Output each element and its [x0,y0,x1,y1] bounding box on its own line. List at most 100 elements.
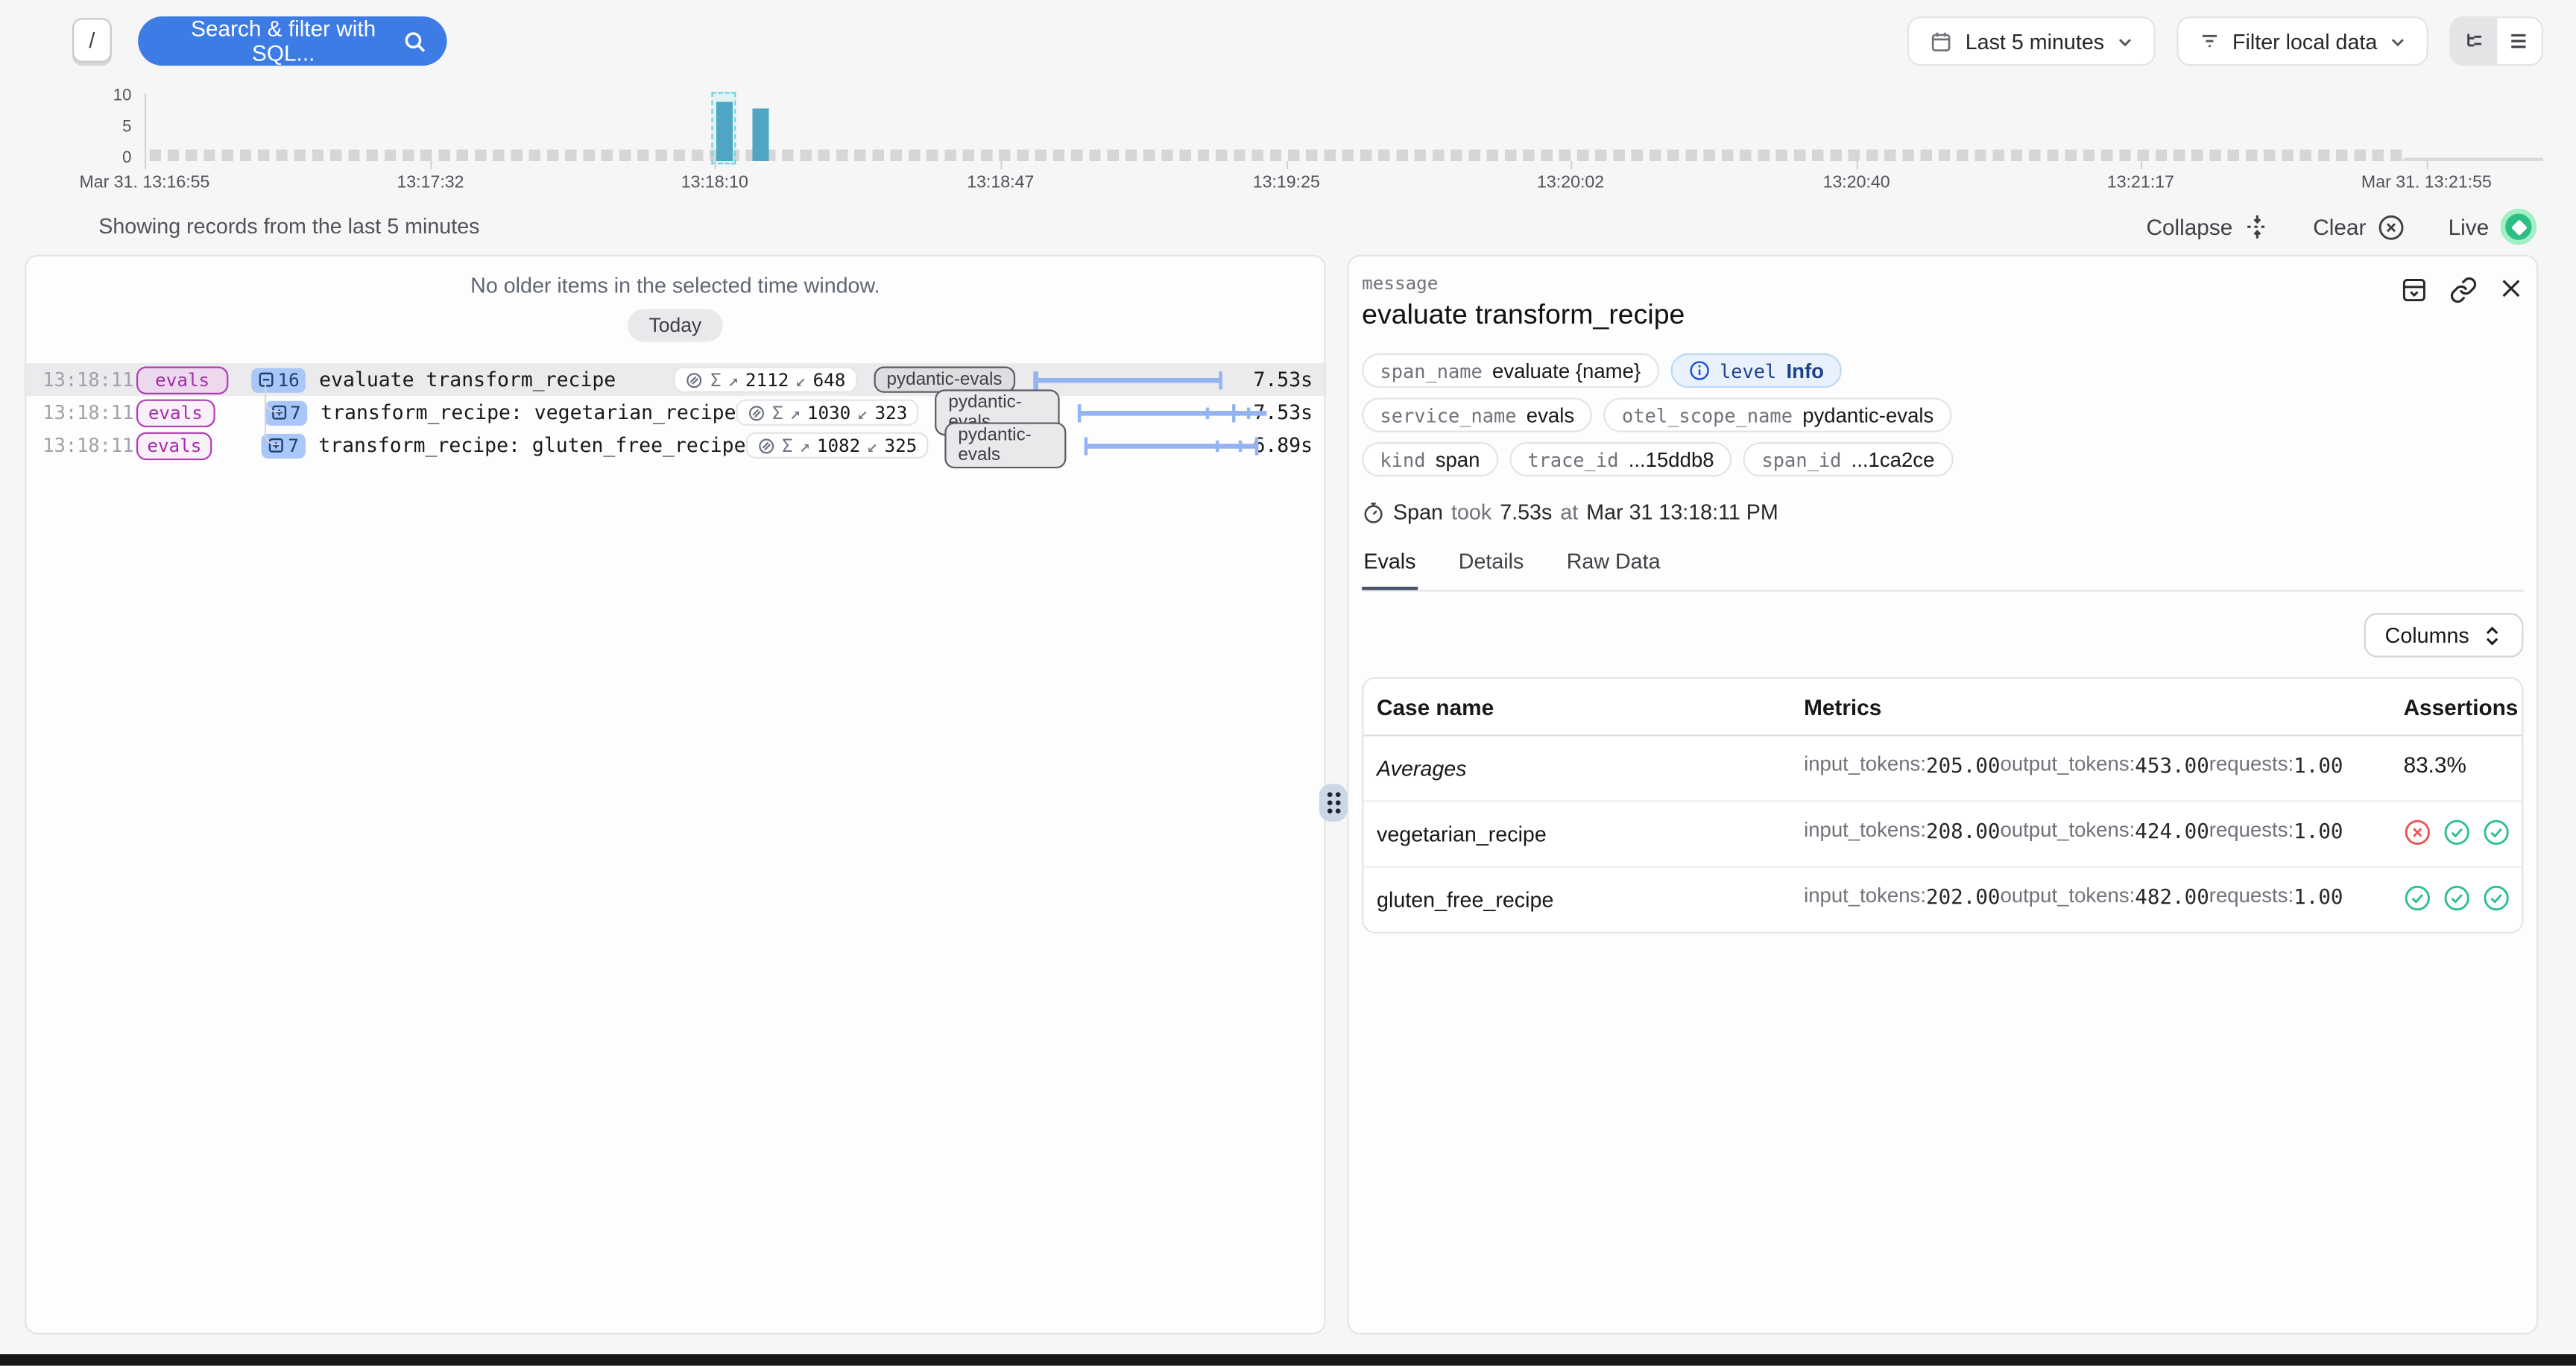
filter-local-data-button[interactable]: Filter local data [2176,16,2428,66]
histogram-bar[interactable] [716,102,733,161]
attribute-key: level [1720,359,1776,383]
today-pill[interactable]: Today [628,309,723,342]
open-in-panel-icon[interactable] [2400,276,2428,303]
baseline-tail [2404,158,2543,161]
columns-button-label: Columns [2385,623,2469,647]
input-tokens: 2112 [745,369,789,391]
empty-buckets-baseline [150,150,2404,161]
level-info-pill[interactable]: level Info [1670,353,1842,388]
attribute-pill-otel-scope-name: otel_scope_name pydantic-evals [1604,397,1952,432]
live-indicator-icon [2501,209,2536,245]
token-usage-chip: Σ ↗1082 ↙325 [746,432,929,459]
collapse-button[interactable]: Collapse [2146,214,2270,240]
x-tick-label: 13:20:40 [1766,172,1946,192]
row-timestamp: 13:18:11 [42,368,121,391]
search-button[interactable]: Search & filter with SQL... [138,16,446,66]
assertion-fail-icon[interactable] [2404,819,2431,846]
token-usage-chip: Σ ↗2112 ↙648 [675,367,857,393]
x-tick-label: Mar 31. 13:16:55 [54,172,235,192]
duration-gantt-bar [1077,403,1240,422]
time-range-button[interactable]: Last 5 minutes [1908,16,2156,66]
child-count: 7 [290,402,301,424]
y-tick: 0 [66,150,131,168]
attribute-value: ...1ca2ce [1852,448,1935,471]
assertions-icons [2404,884,2522,912]
assertion-pass-icon[interactable] [2482,819,2510,846]
evals-row-gluten-free-recipe[interactable]: gluten_free_recipe input_tokens:202.00 o… [1363,866,2522,932]
trace-row-vegetarian-recipe[interactable]: 13:18:11 evals 7 transform_recipe: veget… [26,396,1324,429]
timing-at-word: at [1560,500,1578,524]
attribute-value: Info [1786,359,1824,383]
chevron-down-icon [2389,32,2407,50]
evals-row-vegetarian-recipe[interactable]: vegetarian_recipe input_tokens:208.00 ou… [1363,800,2522,866]
span-message: transform_recipe: gluten_free_recipe [318,434,745,457]
case-name: vegetarian_recipe [1377,822,1547,846]
sigma-icon: Σ [710,369,722,391]
panel-resize-handle[interactable] [1319,784,1347,822]
token-coin-icon [686,371,704,388]
assertion-pass-icon[interactable] [2443,819,2470,846]
bottom-window-edge [0,1354,2576,1365]
tree-view-icon [2462,30,2485,53]
clear-button[interactable]: Clear [2313,213,2405,240]
clear-label: Clear [2313,215,2366,239]
arrow-up-right-icon: ↗ [728,369,739,391]
metrics-cell: input_tokens:205.00 output_tokens:453.00… [1804,752,2403,777]
evals-table: Case name Metrics Assertions Averages in… [1362,677,2523,934]
filter-label: Filter local data [2232,29,2377,54]
x-tick-label: 13:18:47 [910,172,1090,192]
tab-evals[interactable]: Evals [1362,549,1417,590]
copy-link-icon[interactable] [2449,276,2477,303]
span-message: transform_recipe: vegetarian_recipe [321,401,736,424]
collapse-icon [2244,214,2270,240]
x-tick-mark [430,161,432,169]
x-tick-mark [1000,161,1002,169]
arrow-up-right-icon: ↗ [799,435,810,456]
sigma-icon: Σ [782,435,793,456]
trace-rows: 13:18:11 evals 16 evaluate transform_rec… [26,363,1324,462]
search-button-label: Search & filter with SQL... [164,16,402,66]
service-tag[interactable]: evals [136,398,215,426]
list-view-toggle[interactable] [2496,18,2542,64]
x-tick-label: Mar 31. 13:21:55 [2336,172,2516,192]
x-tick-label: 13:21:17 [2051,172,2231,192]
token-usage-chip: Σ ↗1030 ↙323 [736,400,919,426]
output-tokens: 323 [875,402,908,424]
live-toggle[interactable]: Live [2449,209,2537,245]
tab-details[interactable]: Details [1457,549,1526,590]
attribute-key: span_name [1380,359,1482,383]
timing-timestamp: Mar 31 13:18:11 PM [1586,500,1778,524]
records-histogram[interactable]: 10 5 0 Mar 31. 13:16:55 13:17:32 13:18:1… [0,82,2576,201]
service-tag[interactable]: evals [136,365,228,393]
x-tick-mark [145,161,146,169]
x-tick-label: 13:20:02 [1480,172,1661,192]
header-assertions: Assertions [2404,694,2522,719]
columns-button[interactable]: Columns [2364,613,2523,658]
row-timestamp: 13:18:11 [42,434,121,457]
live-label: Live [2449,215,2490,239]
x-tick-mark [2141,161,2142,169]
attribute-key: otel_scope_name [1622,403,1793,427]
x-tick-label: 13:18:10 [625,172,805,192]
tab-raw-data[interactable]: Raw Data [1565,549,1661,590]
arrow-down-left-icon: ↙ [857,402,868,424]
assertion-pass-icon[interactable] [2482,884,2510,912]
arrow-down-left-icon: ↙ [867,435,878,456]
filter-icon [2198,30,2221,53]
trace-row-gluten-free-recipe[interactable]: 13:18:11 evals 7 transform_recipe: glute… [26,429,1324,462]
assertion-pass-icon[interactable] [2443,884,2470,912]
otel-scope-chip[interactable]: pydantic-evals [945,422,1066,468]
sigma-icon: Σ [772,402,783,424]
trace-row-evaluate-transform-recipe[interactable]: 13:18:11 evals 16 evaluate transform_rec… [26,363,1324,396]
tree-view-toggle[interactable] [2451,18,2496,64]
duration-gantt-bar [1033,370,1227,389]
evals-row-averages[interactable]: Averages input_tokens:205.00 output_toke… [1363,736,2522,800]
close-icon[interactable] [2498,276,2523,303]
service-tag[interactable]: evals [136,432,212,459]
child-count: 7 [288,435,299,456]
record-kind-label: message [1362,273,2523,295]
histogram-bar[interactable] [752,108,768,161]
x-tick-mark [1287,161,1288,169]
assertions-percentage: 83.3% [2404,752,2466,777]
assertion-pass-icon[interactable] [2404,884,2431,912]
